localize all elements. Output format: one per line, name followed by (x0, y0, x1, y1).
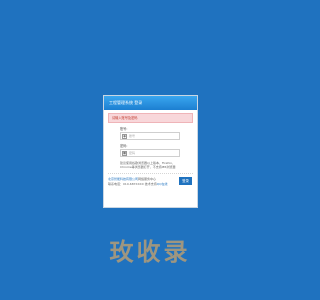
username-input[interactable] (127, 133, 179, 139)
password-field[interactable]: ■ (120, 149, 180, 157)
footer-text-1: 网络服务中心 (138, 177, 157, 182)
panel-title: 工程管理系统 登录 (104, 96, 197, 110)
watermark-logo: 玫收录 (109, 238, 191, 266)
browser-hint: 建议使用谷歌浏览器以上版本、Firefox、Chrome等浏览器打开，不支持IE… (120, 161, 176, 170)
panel-footer: 北京智能科技有限公司网络服务中心 联系电话：010-687XXXX 技术支持QQ… (108, 177, 193, 191)
error-alert: 请输入账号及密码 (108, 113, 193, 123)
login-panel: 工程管理系统 登录 请输入账号及密码 账号: ● 密码: ■ 建议使用谷歌浏览器… (103, 95, 198, 208)
footer-line-2: 联系电话：010-687XXXX 技术支持QQ在线 (108, 182, 178, 187)
footer-text-2: 联系电话：010-687XXXX 技术支持 (108, 181, 157, 186)
username-label: 账号: (120, 127, 128, 131)
password-label: 密码: (120, 144, 128, 148)
password-input[interactable] (127, 150, 179, 156)
login-button[interactable]: 登录 (179, 177, 192, 186)
support-link[interactable]: QQ在线 (157, 182, 168, 186)
divider (108, 173, 193, 175)
company-link[interactable]: 北京智能科技有限公司 (108, 177, 138, 181)
username-field[interactable]: ● (120, 132, 180, 140)
